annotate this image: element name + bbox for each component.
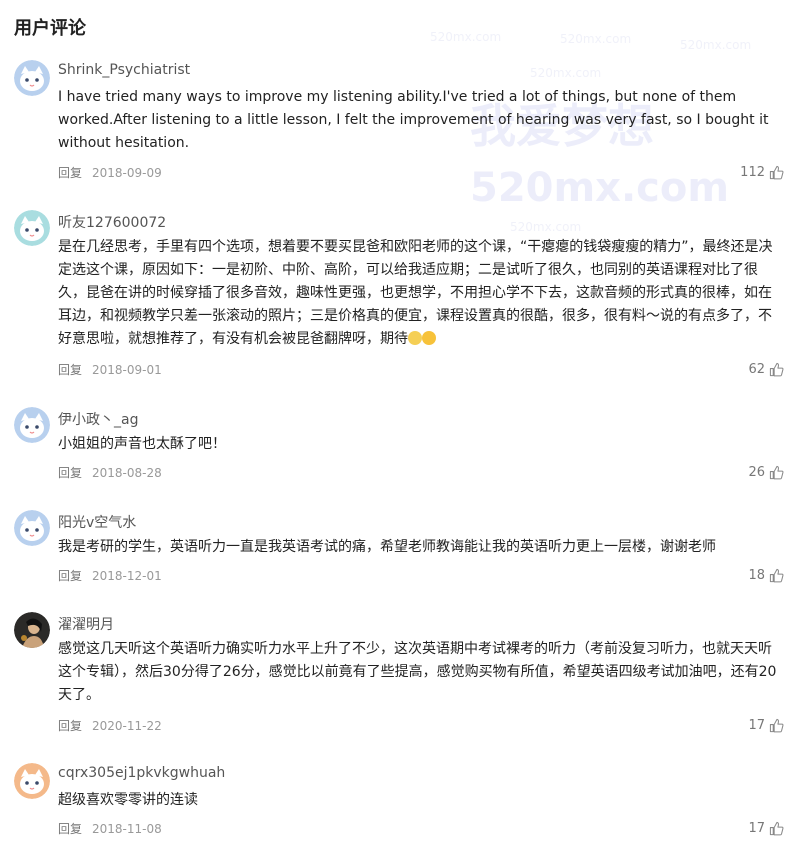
username[interactable]: cqrx305ej1pkvkgwhuah — [58, 765, 225, 781]
reply-button[interactable]: 回复 — [58, 569, 82, 583]
like-button[interactable]: 62 — [748, 362, 784, 377]
thumbs-up-icon — [769, 718, 784, 733]
photo-avatar-icon — [14, 612, 50, 648]
like-button[interactable]: 17 — [748, 821, 784, 836]
comment-date: 2018-09-01 — [92, 363, 162, 377]
comment-item: 听友127600072 是在几经思考，手里有四个选项，想着要不要买昆爸和欧阳老师… — [0, 210, 800, 380]
thumbs-up-icon — [769, 568, 784, 583]
thumbs-up-icon — [769, 821, 784, 836]
section-title: 用户评论 — [14, 18, 86, 39]
cat-avatar-icon — [14, 407, 50, 443]
comment-text: 超级喜欢零零讲的连读 — [58, 792, 198, 808]
like-button[interactable]: 18 — [748, 568, 784, 583]
like-count: 62 — [748, 362, 765, 377]
avatar[interactable] — [14, 510, 50, 546]
like-count: 17 — [748, 718, 765, 733]
avatar[interactable] — [14, 612, 50, 648]
like-count: 18 — [748, 568, 765, 583]
reply-button[interactable]: 回复 — [58, 166, 82, 180]
comment-text: 感觉这几天听这个英语听力确实听力水平上升了不少，这次英语期中考试裸考的听力（考前… — [58, 641, 777, 703]
thumbs-up-icon — [769, 362, 784, 377]
surprised-emoji-icon — [422, 331, 436, 345]
reply-button[interactable]: 回复 — [58, 466, 82, 480]
comment-date: 2018-09-09 — [92, 166, 162, 180]
like-button[interactable]: 112 — [740, 165, 784, 180]
comment-text: I have tried many ways to improve my lis… — [58, 89, 769, 151]
like-count: 26 — [748, 465, 765, 480]
avatar[interactable] — [14, 60, 50, 96]
like-count: 112 — [740, 165, 765, 180]
comment-item: cqrx305ej1pkvkgwhuah 超级喜欢零零讲的连读 回复 2018-1… — [0, 763, 800, 841]
comment-meta: 回复 2018-09-01 — [58, 361, 162, 378]
comment-text: 是在几经思考，手里有四个选项，想着要不要买昆爸和欧阳老师的这个课，“干瘪瘪的钱袋… — [58, 239, 773, 347]
comment-meta: 回复 2018-12-01 — [58, 567, 162, 584]
avatar[interactable] — [14, 407, 50, 443]
comment-item: 濯濯明月 感觉这几天听这个英语听力确实听力水平上升了不少，这次英语期中考试裸考的… — [0, 612, 800, 742]
like-count: 17 — [748, 821, 765, 836]
username[interactable]: Shrink_Psychiatrist — [58, 62, 190, 78]
comment-item: 伊小政丶_ag 小姐姐的声音也太酥了吧！ 回复 2018-08-28 26 — [0, 407, 800, 487]
laugh-emoji-icon — [408, 331, 422, 345]
thumbs-up-icon — [769, 465, 784, 480]
reply-button[interactable]: 回复 — [58, 363, 82, 377]
comment-text: 我是考研的学生，英语听力一直是我英语考试的痛，希望老师教诲能让我的英语听力更上一… — [58, 539, 716, 555]
cat-avatar-icon — [14, 510, 50, 546]
username[interactable]: 伊小政丶_ag — [58, 409, 138, 429]
comment-text: 小姐姐的声音也太酥了吧！ — [58, 436, 226, 452]
like-button[interactable]: 26 — [748, 465, 784, 480]
comment-meta: 回复 2020-11-22 — [58, 717, 162, 734]
username[interactable]: 濯濯明月 — [58, 614, 114, 634]
comment-item: 阳光v空气水 我是考研的学生，英语听力一直是我英语考试的痛，希望老师教诲能让我的… — [0, 510, 800, 590]
comment-meta: 回复 2018-09-09 — [58, 164, 162, 181]
comment-date: 2018-12-01 — [92, 569, 162, 583]
like-button[interactable]: 17 — [748, 718, 784, 733]
reply-button[interactable]: 回复 — [58, 719, 82, 733]
comment-meta: 回复 2018-11-08 — [58, 820, 162, 837]
username[interactable]: 听友127600072 — [58, 212, 166, 232]
avatar[interactable] — [14, 210, 50, 246]
thumbs-up-icon — [769, 165, 784, 180]
cat-avatar-icon — [14, 763, 50, 799]
avatar[interactable] — [14, 763, 50, 799]
reply-button[interactable]: 回复 — [58, 822, 82, 836]
comment-date: 2020-11-22 — [92, 719, 162, 733]
comment-date: 2018-11-08 — [92, 822, 162, 836]
comment-date: 2018-08-28 — [92, 466, 162, 480]
cat-avatar-icon — [14, 60, 50, 96]
comment-meta: 回复 2018-08-28 — [58, 464, 162, 481]
username[interactable]: 阳光v空气水 — [58, 512, 136, 532]
comment-item: Shrink_Psychiatrist I have tried many wa… — [0, 60, 800, 190]
cat-avatar-icon — [14, 210, 50, 246]
